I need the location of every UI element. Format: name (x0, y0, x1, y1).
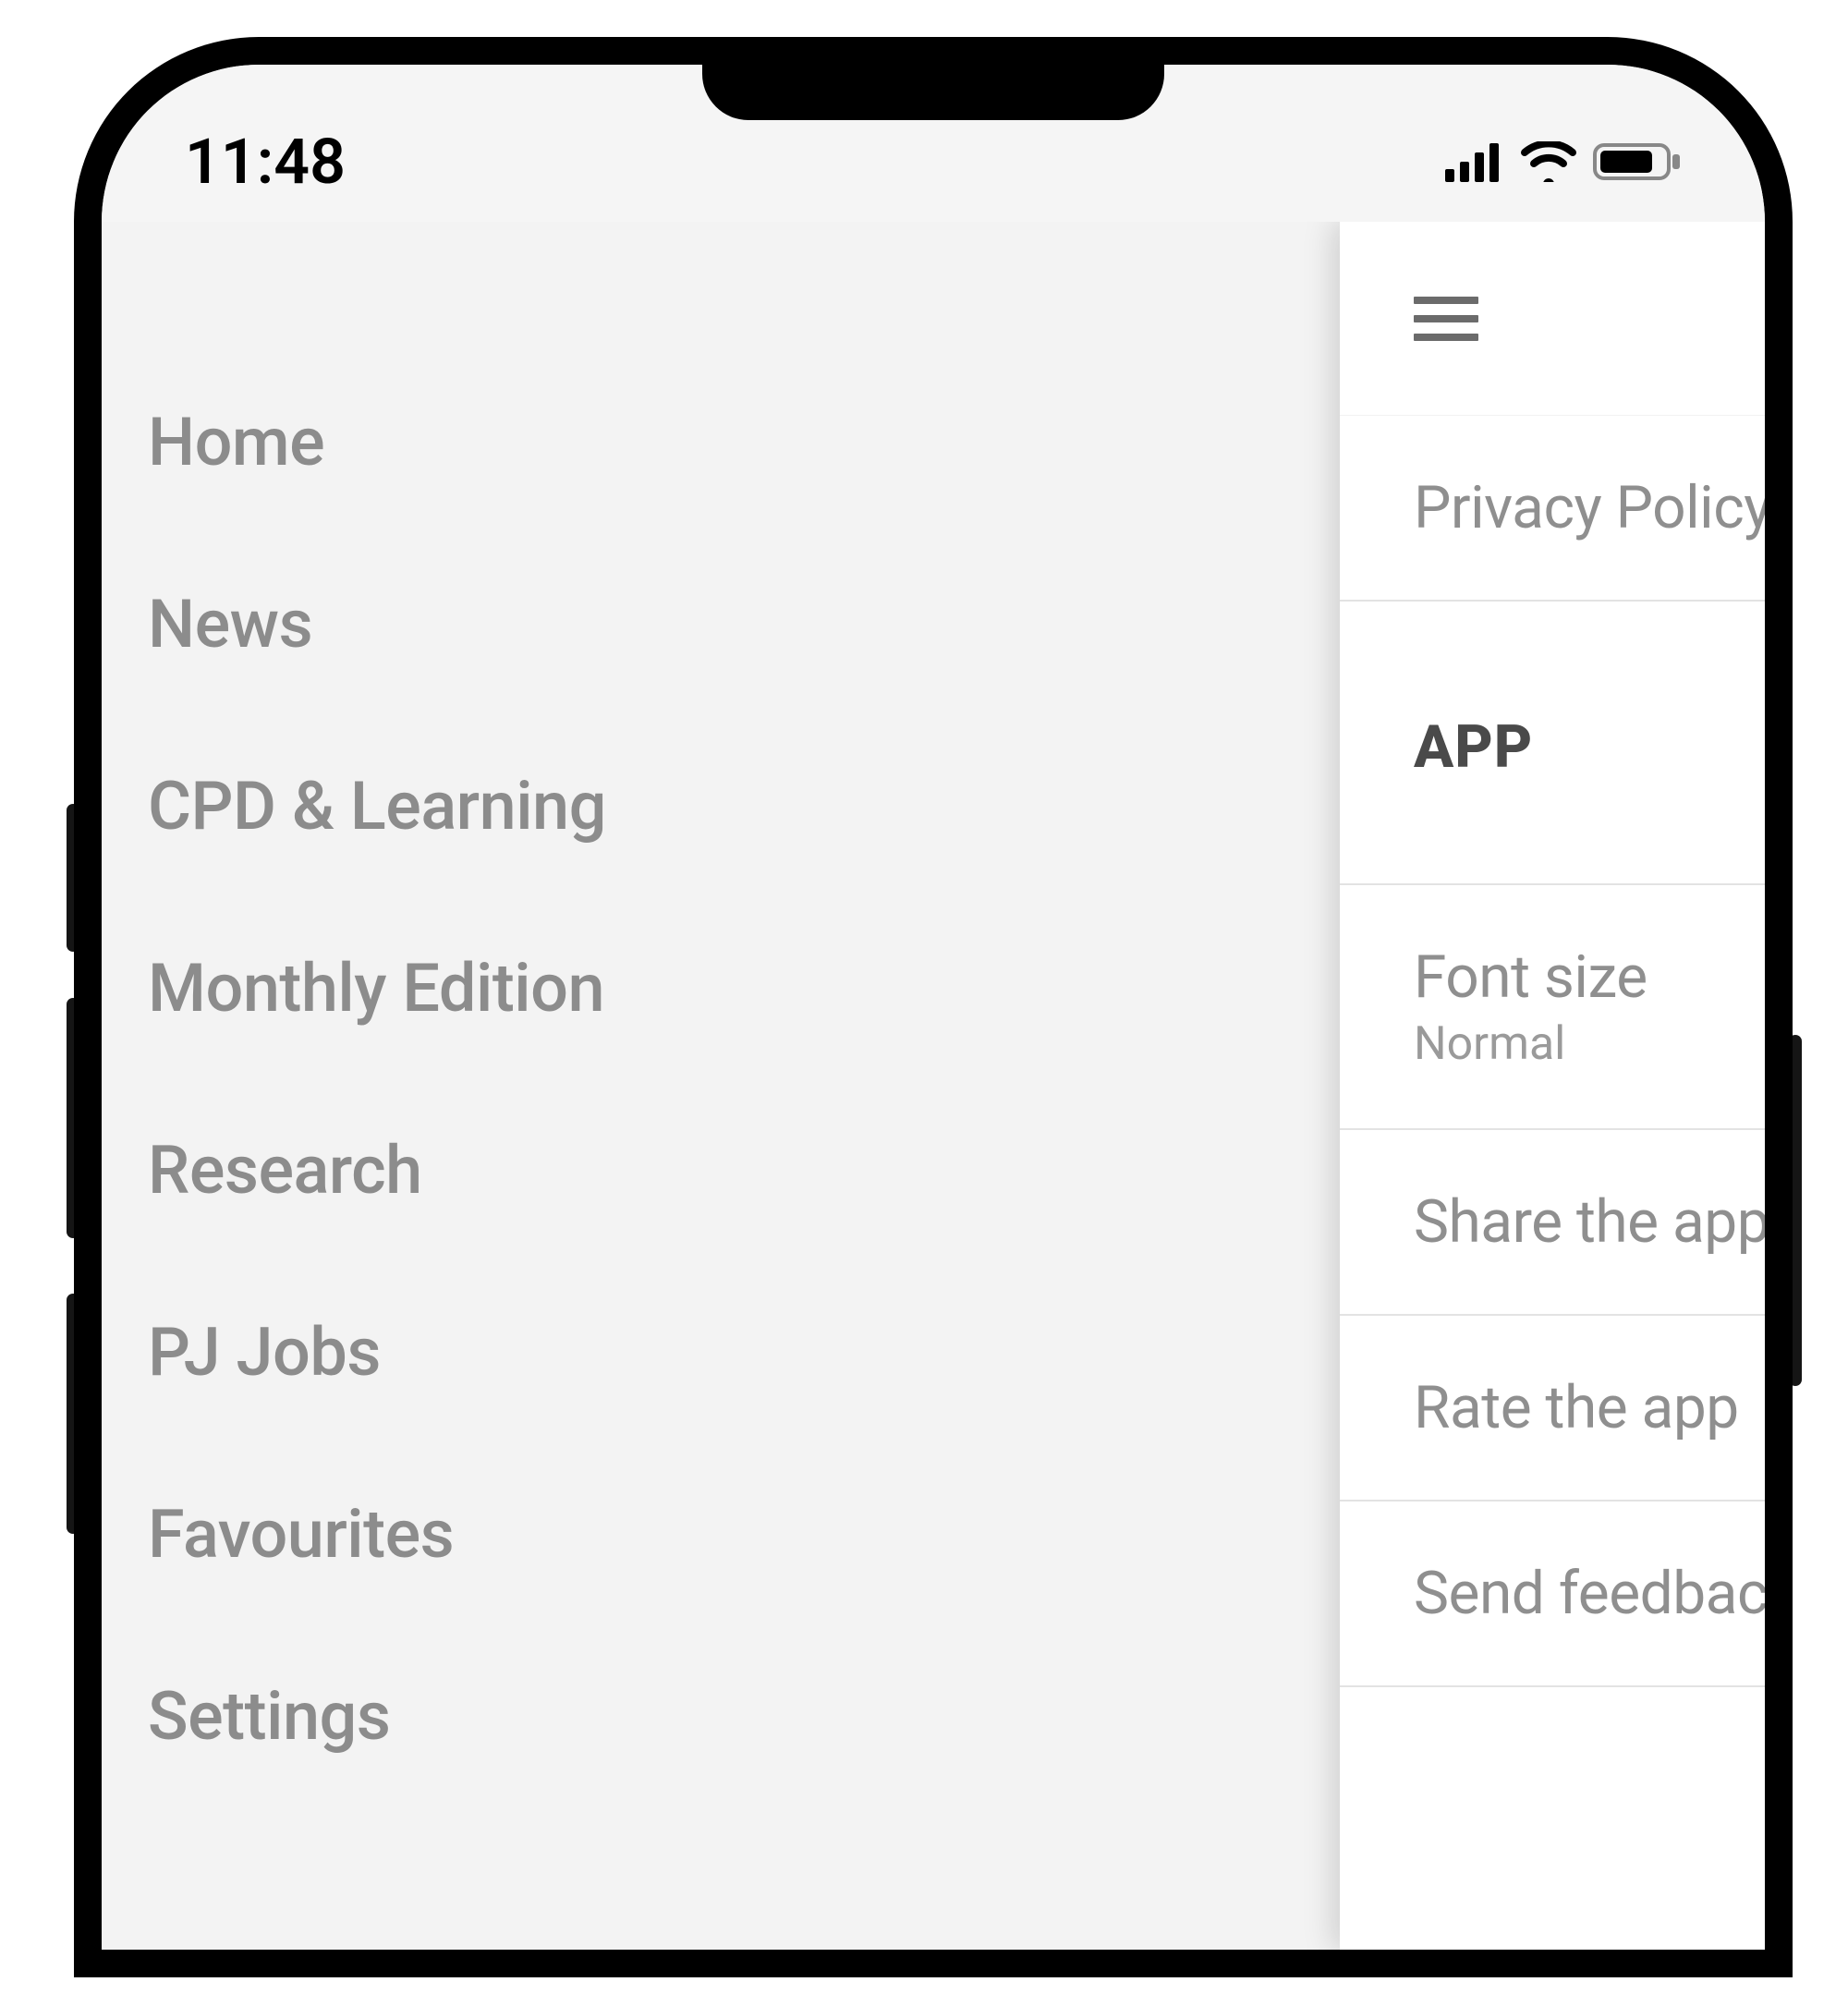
nav-item-settings[interactable]: Settings (148, 1625, 1294, 1807)
phone-frame: 11:48 (74, 37, 1793, 1977)
nav-item-pj-jobs[interactable]: PJ Jobs (148, 1261, 1294, 1443)
nav-item-label: CPD & Learning (148, 767, 606, 845)
settings-row-font-size[interactable]: Font size Normal (1340, 885, 1765, 1130)
settings-row-label: Privacy Policy (1414, 473, 1765, 542)
battery-icon (1593, 141, 1682, 182)
nav-drawer: Home News CPD & Learning Monthly Edition… (102, 222, 1340, 1950)
nav-item-favourites[interactable]: Favourites (148, 1443, 1294, 1625)
settings-row-label: Font size (1414, 942, 1765, 1012)
phone-screen: 11:48 (102, 65, 1765, 1950)
settings-section-header-app: APP (1340, 602, 1765, 885)
nav-item-label: Home (148, 403, 324, 481)
settings-row-label: Share the app (1414, 1187, 1765, 1257)
nav-item-monthly-edition[interactable]: Monthly Edition (148, 897, 1294, 1079)
page-header (1340, 222, 1765, 416)
wifi-icon (1521, 141, 1576, 182)
phone-notch (702, 65, 1164, 120)
nav-item-label: Monthly Edition (148, 949, 604, 1027)
settings-row-send-feedback[interactable]: Send feedback (1340, 1502, 1765, 1687)
nav-item-label: News (148, 585, 312, 663)
settings-row-value: Normal (1414, 1017, 1765, 1071)
nav-item-home[interactable]: Home (148, 351, 1294, 533)
screen-content: Home News CPD & Learning Monthly Edition… (102, 222, 1765, 1950)
hamburger-icon[interactable] (1414, 297, 1478, 341)
settings-list: Privacy Policy APP Font size Normal Shar… (1340, 416, 1765, 1687)
settings-row-rate-app[interactable]: Rate the app (1340, 1316, 1765, 1502)
nav-item-label: Favourites (148, 1495, 454, 1574)
nav-item-label: Settings (148, 1677, 390, 1756)
nav-item-label: PJ Jobs (148, 1313, 381, 1392)
nav-item-cpd-learning[interactable]: CPD & Learning (148, 715, 1294, 897)
settings-row-share-app[interactable]: Share the app (1340, 1130, 1765, 1316)
status-time: 11:48 (185, 125, 346, 199)
nav-item-news[interactable]: News (148, 533, 1294, 715)
settings-row-label: Rate the app (1414, 1373, 1765, 1442)
status-icons (1445, 141, 1682, 182)
settings-section-title: APP (1414, 712, 1765, 782)
nav-item-label: Research (148, 1131, 422, 1210)
settings-page: Privacy Policy APP Font size Normal Shar… (1340, 222, 1765, 1950)
nav-item-research[interactable]: Research (148, 1079, 1294, 1261)
cellular-signal-icon (1445, 141, 1504, 182)
settings-row-privacy-policy[interactable]: Privacy Policy (1340, 416, 1765, 602)
settings-row-label: Send feedback (1414, 1559, 1765, 1628)
